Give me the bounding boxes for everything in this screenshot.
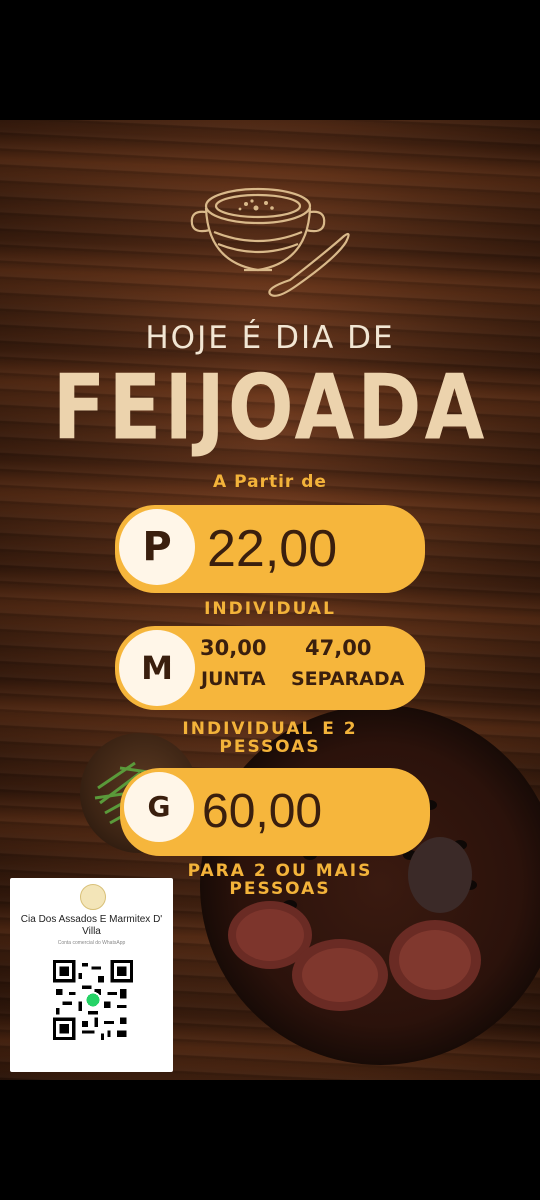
- size-p-price-pill: P 22,00: [115, 505, 425, 593]
- size-p-badge: P: [119, 509, 195, 585]
- soup-pot-icon: [190, 187, 350, 297]
- size-m-price-separate: 47,00: [305, 636, 372, 660]
- size-p-price: 22,00: [207, 520, 338, 578]
- size-g-price-pill: G 60,00: [120, 768, 430, 856]
- headline: HOJE É DIA DE: [145, 320, 395, 356]
- size-g-price: 60,00: [202, 785, 323, 838]
- whatsapp-qr-card[interactable]: Cia Dos Assados E Marmitex D' Villa Cont…: [10, 878, 173, 1072]
- size-m-price-together: 30,00: [200, 636, 267, 660]
- size-m-badge: M: [119, 630, 195, 706]
- size-m-label-together: JUNTA: [201, 668, 266, 690]
- size-m-label-separate: SEPARADA: [291, 668, 405, 690]
- page-title: FEIJOADA: [52, 355, 488, 461]
- business-logo: [80, 884, 106, 910]
- size-m-price-pill: M 30,00 JUNTA 47,00 SEPARADA: [115, 626, 425, 710]
- business-name: Cia Dos Assados E Marmitex D' Villa: [20, 914, 163, 937]
- size-g-caption: PARA 2 OU MAIS PESSOAS: [187, 861, 373, 899]
- size-m-caption: INDIVIDUAL E 2 PESSOAS: [182, 719, 358, 757]
- feijoada-poster: HOJE É DIA DE FEIJOADA A Partir de P 22,…: [0, 120, 540, 1080]
- whatsapp-icon: [86, 993, 100, 1007]
- qr-code[interactable]: [53, 960, 133, 1040]
- size-p-caption: INDIVIDUAL: [204, 599, 336, 619]
- business-account-note: Conta comercial do WhatsApp: [57, 940, 126, 946]
- from-label: A Partir de: [213, 472, 327, 492]
- size-g-badge: G: [124, 772, 194, 842]
